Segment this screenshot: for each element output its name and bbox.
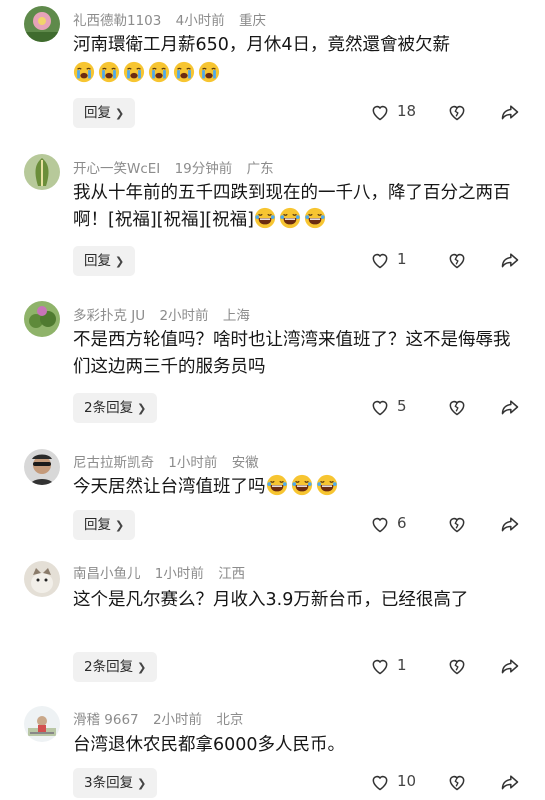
reply-button[interactable]: 3条回复 ❯ xyxy=(73,768,158,798)
comment-meta: 礼西德勒1103 4小时前 重庆 xyxy=(73,9,276,29)
laughing-emoji-icon xyxy=(291,474,313,496)
crying-emoji-icon xyxy=(73,61,95,83)
comment-text: 河南環衛工月薪650，月休4日，竟然還會被欠薪 xyxy=(73,32,525,88)
like-count: 1 xyxy=(397,656,407,674)
heart-outline-icon[interactable] xyxy=(370,397,390,417)
comment-actions: 1 xyxy=(370,246,530,276)
chevron-right-icon: ❯ xyxy=(137,777,147,790)
avatar[interactable] xyxy=(24,301,60,337)
broken-heart-icon[interactable] xyxy=(447,397,467,417)
comment-text: 我从十年前的五千四跌到现在的一千八，降了百分之两百啊！[祝福][祝福][祝福] xyxy=(73,183,511,230)
reply-button[interactable]: 2条回复 ❯ xyxy=(73,393,158,423)
chevron-right-icon: ❯ xyxy=(137,402,147,415)
comment-text: 这个是凡尔赛么？月收入3.9万新台币，已经很高了 xyxy=(73,590,469,610)
reply-button[interactable]: 回复 ❯ xyxy=(73,98,136,128)
heart-outline-icon[interactable] xyxy=(370,656,390,676)
laughing-emoji-icon xyxy=(304,207,326,229)
share-arrow-icon[interactable] xyxy=(500,102,520,122)
location: 重庆 xyxy=(239,13,267,29)
location: 广东 xyxy=(246,161,274,177)
like-count: 1 xyxy=(397,250,407,268)
location: 江西 xyxy=(218,566,246,582)
comment-text: 台湾退休农民都拿6000多人民币。 xyxy=(73,735,346,755)
broken-heart-icon[interactable] xyxy=(447,102,467,122)
heart-outline-icon[interactable] xyxy=(370,250,390,270)
crying-emoji-icon xyxy=(123,61,145,83)
heart-outline-icon[interactable] xyxy=(370,772,390,792)
laughing-emoji-icon xyxy=(316,474,338,496)
timestamp: 1小时前 xyxy=(168,455,218,471)
laughing-emoji-icon xyxy=(279,207,301,229)
comment-actions: 5 xyxy=(370,393,530,423)
comment-meta: 多彩扑克 JU 2小时前 上海 xyxy=(73,304,260,324)
laughing-emoji-icon xyxy=(254,207,276,229)
broken-heart-icon[interactable] xyxy=(447,514,467,534)
heart-outline-icon[interactable] xyxy=(370,514,390,534)
chevron-right-icon: ❯ xyxy=(137,661,147,674)
reply-button[interactable]: 回复 ❯ xyxy=(73,246,136,276)
chevron-right-icon: ❯ xyxy=(115,107,125,120)
username[interactable]: 尼古拉斯凯奇 xyxy=(73,455,154,471)
location: 安徽 xyxy=(231,455,259,471)
comment-meta: 开心一笑WcEI 19分钟前 广东 xyxy=(73,157,284,177)
heart-outline-icon[interactable] xyxy=(370,102,390,122)
laughing-emoji-icon xyxy=(266,474,288,496)
timestamp: 1小时前 xyxy=(154,566,204,582)
broken-heart-icon[interactable] xyxy=(447,772,467,792)
share-arrow-icon[interactable] xyxy=(500,772,520,792)
like-count: 10 xyxy=(397,772,417,790)
comment-actions: 1 xyxy=(370,652,530,682)
like-count: 6 xyxy=(397,514,407,532)
timestamp: 2小时前 xyxy=(159,308,209,324)
comment-actions: 6 xyxy=(370,510,530,540)
share-arrow-icon[interactable] xyxy=(500,397,520,417)
username[interactable]: 滑稽 9667 xyxy=(73,712,139,728)
avatar[interactable] xyxy=(24,449,60,485)
avatar[interactable] xyxy=(24,561,60,597)
username[interactable]: 多彩扑克 JU xyxy=(73,308,145,324)
reply-button[interactable]: 2条回复 ❯ xyxy=(73,652,158,682)
comment-meta: 滑稽 9667 2小时前 北京 xyxy=(73,708,253,728)
comment-text: 不是西方轮值吗？啥时也让湾湾来值班了？这不是侮辱我们这边两三千的服务员吗 xyxy=(73,330,511,377)
avatar[interactable] xyxy=(24,6,60,42)
share-arrow-icon[interactable] xyxy=(500,656,520,676)
share-arrow-icon[interactable] xyxy=(500,514,520,534)
chevron-right-icon: ❯ xyxy=(115,519,125,532)
location: 北京 xyxy=(216,712,244,728)
broken-heart-icon[interactable] xyxy=(447,250,467,270)
crying-emoji-icon xyxy=(173,61,195,83)
comment-actions: 18 xyxy=(370,98,530,128)
crying-emoji-icon xyxy=(98,61,120,83)
avatar[interactable] xyxy=(24,154,60,190)
comment-meta: 尼古拉斯凯奇 1小时前 安徽 xyxy=(73,451,269,471)
crying-emoji-icon xyxy=(148,61,170,83)
crying-emoji-icon xyxy=(198,61,220,83)
username[interactable]: 礼西德勒1103 xyxy=(73,13,161,29)
avatar[interactable] xyxy=(24,706,60,742)
timestamp: 2小时前 xyxy=(152,712,203,728)
username[interactable]: 南昌小鱼儿 xyxy=(73,566,141,582)
like-count: 5 xyxy=(397,397,407,415)
comment-meta: 南昌小鱼儿 1小时前 江西 xyxy=(73,562,255,582)
username[interactable]: 开心一笑WcEI xyxy=(73,161,160,177)
reply-button[interactable]: 回复 ❯ xyxy=(73,510,136,540)
comment-actions: 10 xyxy=(370,768,530,798)
comment-text: 今天居然让台湾值班了吗 xyxy=(73,474,525,501)
location: 上海 xyxy=(222,308,250,324)
like-count: 18 xyxy=(397,102,417,120)
share-arrow-icon[interactable] xyxy=(500,250,520,270)
broken-heart-icon[interactable] xyxy=(447,656,467,676)
timestamp: 4小时前 xyxy=(175,13,225,29)
timestamp: 19分钟前 xyxy=(174,161,233,177)
chevron-right-icon: ❯ xyxy=(115,255,125,268)
